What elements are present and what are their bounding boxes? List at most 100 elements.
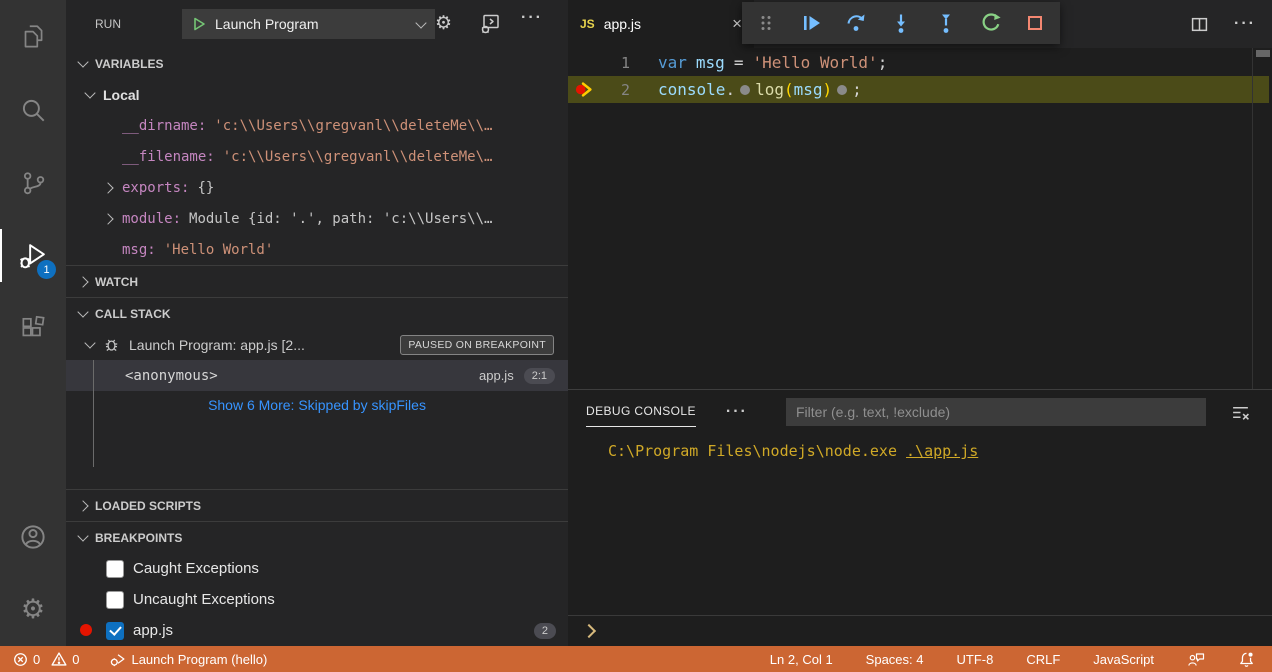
step-out-icon[interactable] xyxy=(928,5,964,41)
chevron-right-icon xyxy=(77,276,88,287)
editor-group: JS app.js × ··· xyxy=(568,0,1272,646)
token-semicolon: ; xyxy=(878,53,888,72)
debug-session-row[interactable]: Launch Program: app.js [2... PAUSED ON B… xyxy=(66,329,568,360)
scope-local[interactable]: Local xyxy=(66,79,568,110)
chevron-down-icon xyxy=(77,56,88,67)
debug-session-icon xyxy=(109,651,126,668)
token-operator: = xyxy=(734,53,744,72)
feedback-icon[interactable] xyxy=(1184,651,1208,668)
editor-more-actions[interactable]: ··· xyxy=(1234,15,1256,33)
variable-exports[interactable]: exports:{} xyxy=(66,172,568,203)
restart-icon[interactable] xyxy=(973,5,1009,41)
breakpoint-caught-exceptions[interactable]: Caught Exceptions xyxy=(66,553,568,584)
chevron-right-icon xyxy=(102,182,113,193)
code-line-2-current: 2 console . log ( msg ) ; xyxy=(568,76,1272,103)
toolbar-drag-handle[interactable] xyxy=(748,5,784,41)
checkbox-unchecked[interactable] xyxy=(106,560,124,578)
scope-label: Local xyxy=(103,87,140,103)
sidebar-item-explorer[interactable] xyxy=(0,0,66,73)
breakpoint-appjs[interactable]: app.js 2 xyxy=(66,615,568,646)
checkmark-icon xyxy=(109,623,122,636)
close-icon[interactable]: × xyxy=(732,14,742,34)
launch-configuration-dropdown[interactable]: Launch Program xyxy=(182,9,435,39)
token-argument: msg xyxy=(794,80,823,99)
problems-indicator[interactable]: 0 0 xyxy=(10,651,82,667)
extensions-icon xyxy=(18,314,48,344)
call-stack-body: Launch Program: app.js [2... PAUSED ON B… xyxy=(66,329,568,418)
section-call-stack[interactable]: CALL STACK xyxy=(66,297,568,329)
active-debug-session[interactable]: Launch Program (hello) xyxy=(106,651,270,668)
stop-icon[interactable] xyxy=(1017,5,1053,41)
sidebar-spacer xyxy=(66,418,568,489)
console-file-link[interactable]: .\app.js xyxy=(906,442,978,460)
code-editor[interactable]: 1 var msg = 'Hello World' ; xyxy=(568,48,1272,389)
chevron-down-icon xyxy=(84,87,95,98)
token-string: 'Hello World' xyxy=(752,53,877,72)
split-editor-icon[interactable] xyxy=(1191,16,1208,33)
sidebar-item-run-and-debug[interactable]: 1 xyxy=(0,219,66,292)
variable-msg[interactable]: msg: 'Hello World' xyxy=(66,234,568,265)
encoding[interactable]: UTF-8 xyxy=(954,652,997,667)
variable-value: 'c:\\Users\\gregvanl\\deleteMe\… xyxy=(223,149,493,165)
tab-appjs[interactable]: JS app.js × xyxy=(568,0,754,48)
variable-name: __dirname: xyxy=(122,118,206,134)
inline-breakpoint-icon[interactable] xyxy=(837,85,847,95)
views-more-actions[interactable]: ··· xyxy=(521,9,543,27)
tab-debug-console[interactable]: DEBUG CONSOLE xyxy=(586,404,696,420)
variable-name: module: xyxy=(122,211,181,227)
sidebar-item-search[interactable] xyxy=(0,73,66,146)
variable-value: {} xyxy=(197,180,214,196)
panel-more-actions[interactable]: ··· xyxy=(726,403,748,421)
cursor-position[interactable]: Ln 2, Col 1 xyxy=(767,652,836,667)
variable-dirname[interactable]: __dirname: 'c:\\Users\\gregvanl\\deleteM… xyxy=(66,110,568,141)
section-watch[interactable]: WATCH xyxy=(66,265,568,297)
variable-module[interactable]: module:Module {id: '.', path: 'c:\\Users… xyxy=(66,203,568,234)
step-over-icon[interactable] xyxy=(838,5,874,41)
chevron-down-icon xyxy=(77,306,88,317)
end-of-line[interactable]: CRLF xyxy=(1023,652,1063,667)
repl-input-row[interactable] xyxy=(568,615,1272,646)
configure-gear-icon[interactable]: ⚙ xyxy=(435,14,452,33)
variable-name: msg: xyxy=(122,242,156,258)
sidebar-header: RUN Launch Program ⚙ ··· xyxy=(66,0,568,48)
inline-breakpoint-icon[interactable] xyxy=(740,85,750,95)
section-label: VARIABLES xyxy=(95,57,163,71)
line-number: 1 xyxy=(598,54,630,72)
continue-icon[interactable] xyxy=(793,5,829,41)
manage-settings-button[interactable]: ⚙ xyxy=(0,573,66,646)
paused-breakpoint-icon[interactable] xyxy=(568,80,598,99)
chevron-down-icon xyxy=(84,337,95,348)
console-output-line: C:\Program Files\nodejs\node.exe .\app.j… xyxy=(608,442,1272,460)
checkbox-checked[interactable] xyxy=(106,622,124,640)
checkbox-unchecked[interactable] xyxy=(106,591,124,609)
gear-icon: ⚙ xyxy=(21,596,45,623)
step-into-icon[interactable] xyxy=(883,5,919,41)
sidebar-item-source-control[interactable] xyxy=(0,146,66,219)
variable-filename[interactable]: __filename: 'c:\\Users\\gregvanl\\delete… xyxy=(66,141,568,172)
breakpoint-dot-icon xyxy=(80,624,92,636)
clear-console-icon[interactable] xyxy=(1231,403,1250,422)
language-mode[interactable]: JavaScript xyxy=(1090,652,1157,667)
debug-console-icon[interactable] xyxy=(478,12,502,36)
workbench: 1 ⚙ xyxy=(0,0,1272,646)
search-icon xyxy=(18,95,48,125)
sidebar-item-extensions[interactable] xyxy=(0,292,66,365)
source-control-icon xyxy=(18,168,48,198)
section-breakpoints[interactable]: BREAKPOINTS xyxy=(66,521,568,553)
error-icon xyxy=(13,652,28,667)
section-label: BREAKPOINTS xyxy=(95,531,182,545)
stack-frame-row[interactable]: <anonymous> app.js 2:1 xyxy=(66,360,568,391)
console-filter-input[interactable] xyxy=(786,398,1206,426)
indentation[interactable]: Spaces: 4 xyxy=(863,652,927,667)
section-variables[interactable]: VARIABLES xyxy=(66,48,568,79)
breakpoint-uncaught-exceptions[interactable]: Uncaught Exceptions xyxy=(66,584,568,615)
files-icon xyxy=(18,22,48,52)
chevron-down-icon xyxy=(415,17,426,28)
account-button[interactable] xyxy=(0,500,66,573)
breakpoint-count-badge: 2 xyxy=(534,623,556,639)
section-loaded-scripts[interactable]: LOADED SCRIPTS xyxy=(66,489,568,521)
show-more-frames-link[interactable]: Show 6 More: Skipped by skipFiles xyxy=(66,391,568,418)
variable-value: 'Hello World' xyxy=(164,242,274,258)
notifications-bell-icon[interactable] xyxy=(1235,651,1258,668)
editor-scrollbar[interactable] xyxy=(1256,50,1270,57)
